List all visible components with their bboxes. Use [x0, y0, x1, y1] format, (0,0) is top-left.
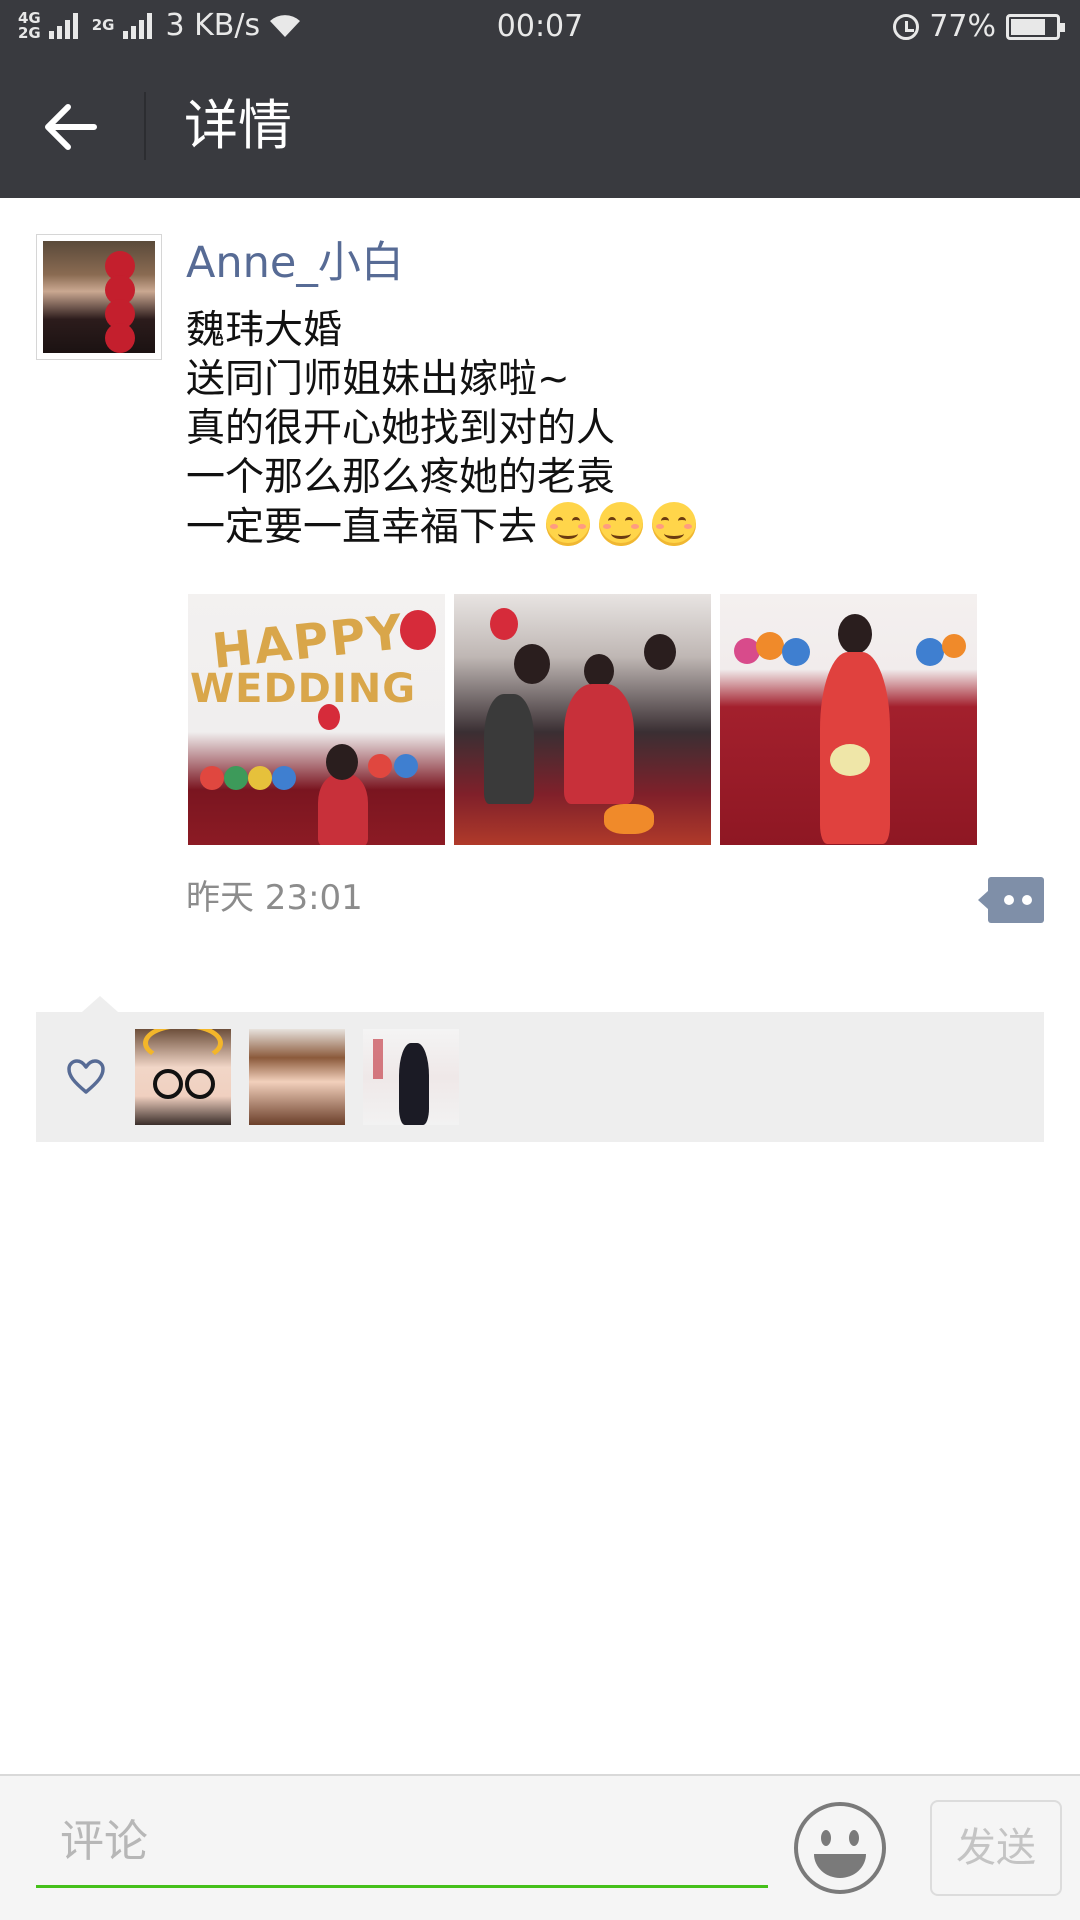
smiling-face-emoji-icon	[652, 502, 697, 546]
post-line-3: 真的很开心她找到对的人	[186, 406, 616, 451]
smiley-face-icon	[794, 1802, 886, 1894]
post-photo-3[interactable]	[720, 594, 977, 845]
liker-avatar-1[interactable]	[135, 1029, 231, 1125]
author-avatar[interactable]	[36, 234, 162, 360]
post-line-5-wrap: 一定要一直幸福下去	[186, 502, 1006, 552]
comment-like-menu-button[interactable]	[978, 877, 1044, 923]
post-text: 魏玮大婚 送同门师姐妹出嫁啦~ 真的很开心她找到对的人 一个那么那么疼她的老袁 …	[186, 306, 1006, 552]
post-line-4: 一个那么那么疼她的老袁	[186, 455, 616, 500]
smiling-face-emoji-icon	[546, 502, 591, 546]
send-button[interactable]: 发送	[930, 1800, 1062, 1896]
post-photo-2[interactable]	[454, 594, 711, 845]
post-line-5: 一定要一直幸福下去	[186, 505, 538, 550]
smiling-face-emoji-icon	[599, 502, 644, 546]
author-avatar-image	[43, 241, 155, 353]
battery-icon	[1006, 13, 1065, 40]
post-timestamp: 昨天 23:01	[186, 878, 363, 918]
title-divider	[144, 92, 146, 160]
comment-input[interactable]	[36, 1798, 768, 1888]
photo-text-wedding: WEDDING	[190, 666, 417, 712]
author-name[interactable]: Anne_小白	[186, 236, 404, 290]
heart-outline-icon	[67, 1059, 105, 1094]
liker-avatar-3[interactable]	[363, 1029, 459, 1125]
arrow-left-icon	[45, 104, 97, 150]
likes-section	[36, 996, 1044, 1142]
battery-percent: 77%	[929, 9, 996, 44]
emoji-button[interactable]	[792, 1800, 888, 1896]
battery-fill	[1011, 18, 1045, 35]
post-line-2: 送同门师姐妹出嫁啦~	[186, 357, 570, 402]
alarm-icon	[893, 13, 920, 40]
more-dots-icon	[1004, 895, 1014, 905]
page-title: 详情	[184, 94, 292, 157]
post-photo-1[interactable]: HAPPY WEDDING	[188, 594, 445, 845]
liker-avatar-2[interactable]	[249, 1029, 345, 1125]
post-line-1: 魏玮大婚	[186, 308, 343, 353]
back-button[interactable]	[30, 94, 116, 160]
title-bar: 详情	[0, 54, 1080, 198]
status-right: 77%	[893, 9, 1065, 44]
post-photos: HAPPY WEDDING	[188, 594, 977, 845]
comment-bar: 发送	[0, 1774, 1080, 1920]
status-bar: 4G 2G 2G 3 KB/s 00:07 77%	[0, 0, 1080, 54]
